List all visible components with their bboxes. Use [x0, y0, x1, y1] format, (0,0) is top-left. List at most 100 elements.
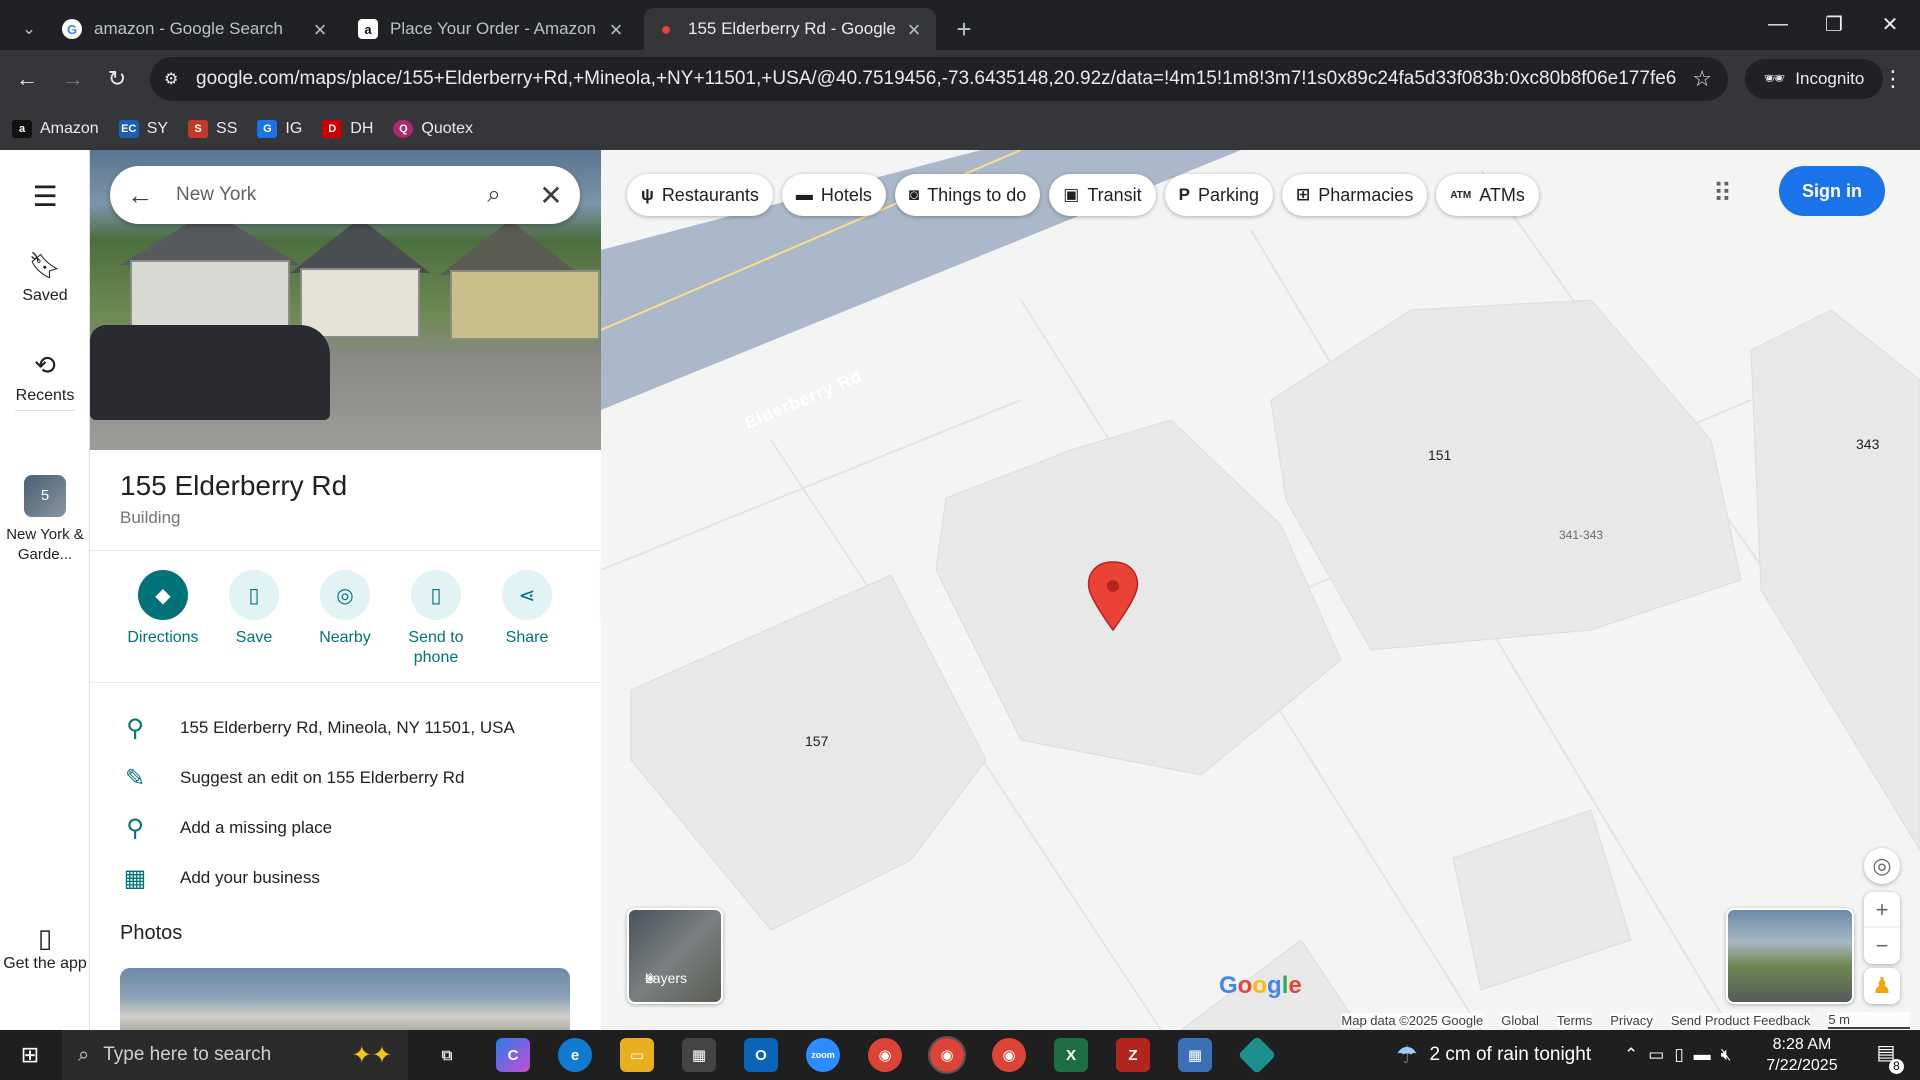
terms-link[interactable]: Terms: [1556, 1013, 1593, 1028]
edge-icon[interactable]: e: [558, 1038, 592, 1072]
chip-parking[interactable]: P Parking: [1164, 174, 1274, 216]
chip-pharmacies[interactable]: ⊞ Pharmacies: [1282, 174, 1428, 216]
send-to-phone-button[interactable]: ▯ Send to phone: [391, 570, 481, 668]
zoom-icon[interactable]: zoom: [806, 1038, 840, 1072]
close-tab-icon[interactable]: ×: [604, 17, 628, 43]
layers-button[interactable]: ◈ Layers: [627, 908, 723, 1004]
chip-things-to-do[interactable]: ◙ Things to do: [894, 174, 1041, 216]
clock[interactable]: 8:28 AM 7/22/2025: [1752, 1034, 1852, 1076]
copilot-icon[interactable]: C: [496, 1038, 530, 1072]
bookmark-sy[interactable]: EC SY: [118, 120, 168, 138]
add-business-icon: ▦: [123, 864, 147, 892]
street-view-thumbnail[interactable]: [1726, 908, 1854, 1004]
tab-amazon-checkout[interactable]: a Place Your Order - Amazon Checkout ×: [346, 8, 638, 50]
google-icon: G: [62, 19, 82, 39]
incognito-badge[interactable]: 🕶 Incognito: [1745, 59, 1883, 99]
menu-kebab-icon[interactable]: ⋮: [1876, 62, 1910, 96]
app-icon[interactable]: [1237, 1035, 1277, 1075]
tab-google-maps[interactable]: ● 155 Elderberry Rd - Google Maps ×: [644, 8, 936, 50]
outlook-icon[interactable]: O: [744, 1038, 778, 1072]
my-location-icon[interactable]: ◎: [1864, 848, 1900, 884]
close-window-icon[interactable]: ✕: [1862, 0, 1918, 48]
pegman-icon[interactable]: ♟: [1864, 968, 1900, 1004]
global-link[interactable]: Global: [1501, 1013, 1539, 1028]
share-button[interactable]: ⋖ Share: [482, 570, 572, 648]
system-tray-icons[interactable]: ⌃ ▭ ▯ ▬ 🔇︎: [1624, 1030, 1741, 1080]
chrome-icon[interactable]: ◉: [928, 1036, 966, 1074]
battery-icon[interactable]: ▬: [1694, 1045, 1721, 1065]
building-label: 343: [1856, 436, 1880, 452]
add-business-row[interactable]: ▦ Add your business: [90, 853, 601, 903]
windows-start-icon[interactable]: ⊞: [0, 1030, 60, 1080]
calculator-icon[interactable]: ▦: [1178, 1038, 1212, 1072]
star-icon[interactable]: ☆: [1692, 66, 1712, 92]
search-icon[interactable]: ⌕: [466, 181, 522, 209]
suggest-edit-row[interactable]: ✎ Suggest an edit on 155 Elderberry Rd: [90, 753, 601, 803]
restore-icon[interactable]: ❐: [1806, 0, 1862, 48]
chip-transit[interactable]: ▣ Transit: [1049, 174, 1156, 216]
nearby-button[interactable]: ◎ Nearby: [300, 570, 390, 648]
zoom-out-button[interactable]: −: [1864, 928, 1900, 964]
feedback-link[interactable]: Send Product Feedback: [1670, 1013, 1811, 1028]
site-info-icon[interactable]: ⚙: [164, 69, 178, 89]
reload-icon[interactable]: ↻: [100, 62, 134, 96]
sign-in-button[interactable]: Sign in: [1779, 166, 1885, 216]
bookmark-dh[interactable]: D DH: [322, 120, 373, 138]
close-icon[interactable]: ✕: [522, 179, 580, 212]
close-tab-icon[interactable]: ×: [902, 17, 926, 43]
device-icon[interactable]: ▯: [1674, 1045, 1693, 1065]
notifications-button[interactable]: ▤ 8: [1866, 1040, 1906, 1074]
apps-grid-icon[interactable]: ⠿: [1713, 178, 1732, 209]
new-tab-button[interactable]: +: [944, 8, 984, 50]
divider: [90, 550, 601, 551]
tab-search-button[interactable]: ⌄: [8, 8, 50, 50]
explorer-icon[interactable]: ▭: [620, 1038, 654, 1072]
bookmark-ss[interactable]: S SS: [188, 120, 237, 138]
building-155: [935, 419, 1342, 776]
umbrella-rain-icon: ☂: [1396, 1041, 1418, 1069]
chevron-up-icon[interactable]: ⌃: [1624, 1045, 1648, 1065]
chip-hotels[interactable]: ▬ Hotels: [781, 174, 886, 216]
forward-icon[interactable]: →: [56, 62, 90, 96]
zoom-in-button[interactable]: +: [1864, 892, 1900, 928]
address-text: 155 Elderberry Rd, Mineola, NY 11501, US…: [180, 718, 515, 737]
recent-place-new-york[interactable]: 5 New York & Garde...: [0, 475, 90, 565]
chip-label: Pharmacies: [1318, 184, 1414, 205]
minimize-icon[interactable]: —: [1750, 0, 1806, 48]
privacy-link[interactable]: Privacy: [1610, 1013, 1653, 1028]
directions-button[interactable]: ◆ Directions: [118, 570, 208, 648]
add-missing-place-row[interactable]: ⚲ Add a missing place: [90, 803, 601, 853]
chip-restaurants[interactable]: ψ Restaurants: [627, 174, 773, 216]
filezilla-icon[interactable]: Z: [1116, 1038, 1150, 1072]
bookmark-ig[interactable]: G IG: [257, 120, 302, 138]
chip-atms[interactable]: ATM ATMs: [1436, 174, 1539, 216]
task-view-icon[interactable]: ⧉: [430, 1038, 464, 1072]
bookmark-amazon[interactable]: a Amazon: [12, 120, 99, 138]
speaker-muted-icon[interactable]: 🔇︎: [1721, 1045, 1742, 1065]
weather-widget[interactable]: ☂ 2 cm of rain tonight: [1396, 1030, 1591, 1080]
get-app-button[interactable]: ▯ Get the app: [0, 925, 90, 974]
display-icon[interactable]: ▭: [1648, 1045, 1674, 1065]
taskbar-search[interactable]: ⌕ Type here to search ✦✦: [62, 1030, 408, 1080]
store-icon[interactable]: ▦: [682, 1038, 716, 1072]
photo-thumbnail[interactable]: [120, 968, 570, 1030]
saved-button[interactable]: 🔖︎ Saved: [0, 250, 90, 305]
clock-time: 8:28 AM: [1772, 1036, 1832, 1053]
address-bar[interactable]: ⚙ google.com/maps/place/155+Elderberry+R…: [150, 57, 1728, 101]
menu-hamburger-icon[interactable]: ☰: [0, 180, 90, 213]
tab-amazon-search[interactable]: G amazon - Google Search ×: [50, 8, 342, 50]
scale-bar[interactable]: 5 m: [1828, 1012, 1910, 1029]
bookmark-quotex[interactable]: Q Quotex: [393, 120, 473, 138]
chrome-icon[interactable]: ◉: [868, 1038, 902, 1072]
recents-button[interactable]: ⟲ Recents: [0, 350, 90, 405]
close-tab-icon[interactable]: ×: [308, 17, 332, 43]
address-row[interactable]: ⚲ 155 Elderberry Rd, Mineola, NY 11501, U…: [90, 703, 601, 753]
save-button[interactable]: ▯ Save: [209, 570, 299, 648]
back-arrow-icon[interactable]: ←: [110, 180, 170, 211]
search-input[interactable]: New York: [170, 184, 466, 206]
back-icon[interactable]: ←: [10, 62, 44, 96]
search-box[interactable]: ← New York ⌕ ✕: [110, 166, 580, 224]
excel-icon[interactable]: X: [1054, 1038, 1088, 1072]
chrome-icon[interactable]: ◉: [992, 1038, 1026, 1072]
map-canvas[interactable]: Elderberry Rd 151 343 341-343 157 ψ Resta…: [601, 150, 1920, 1030]
